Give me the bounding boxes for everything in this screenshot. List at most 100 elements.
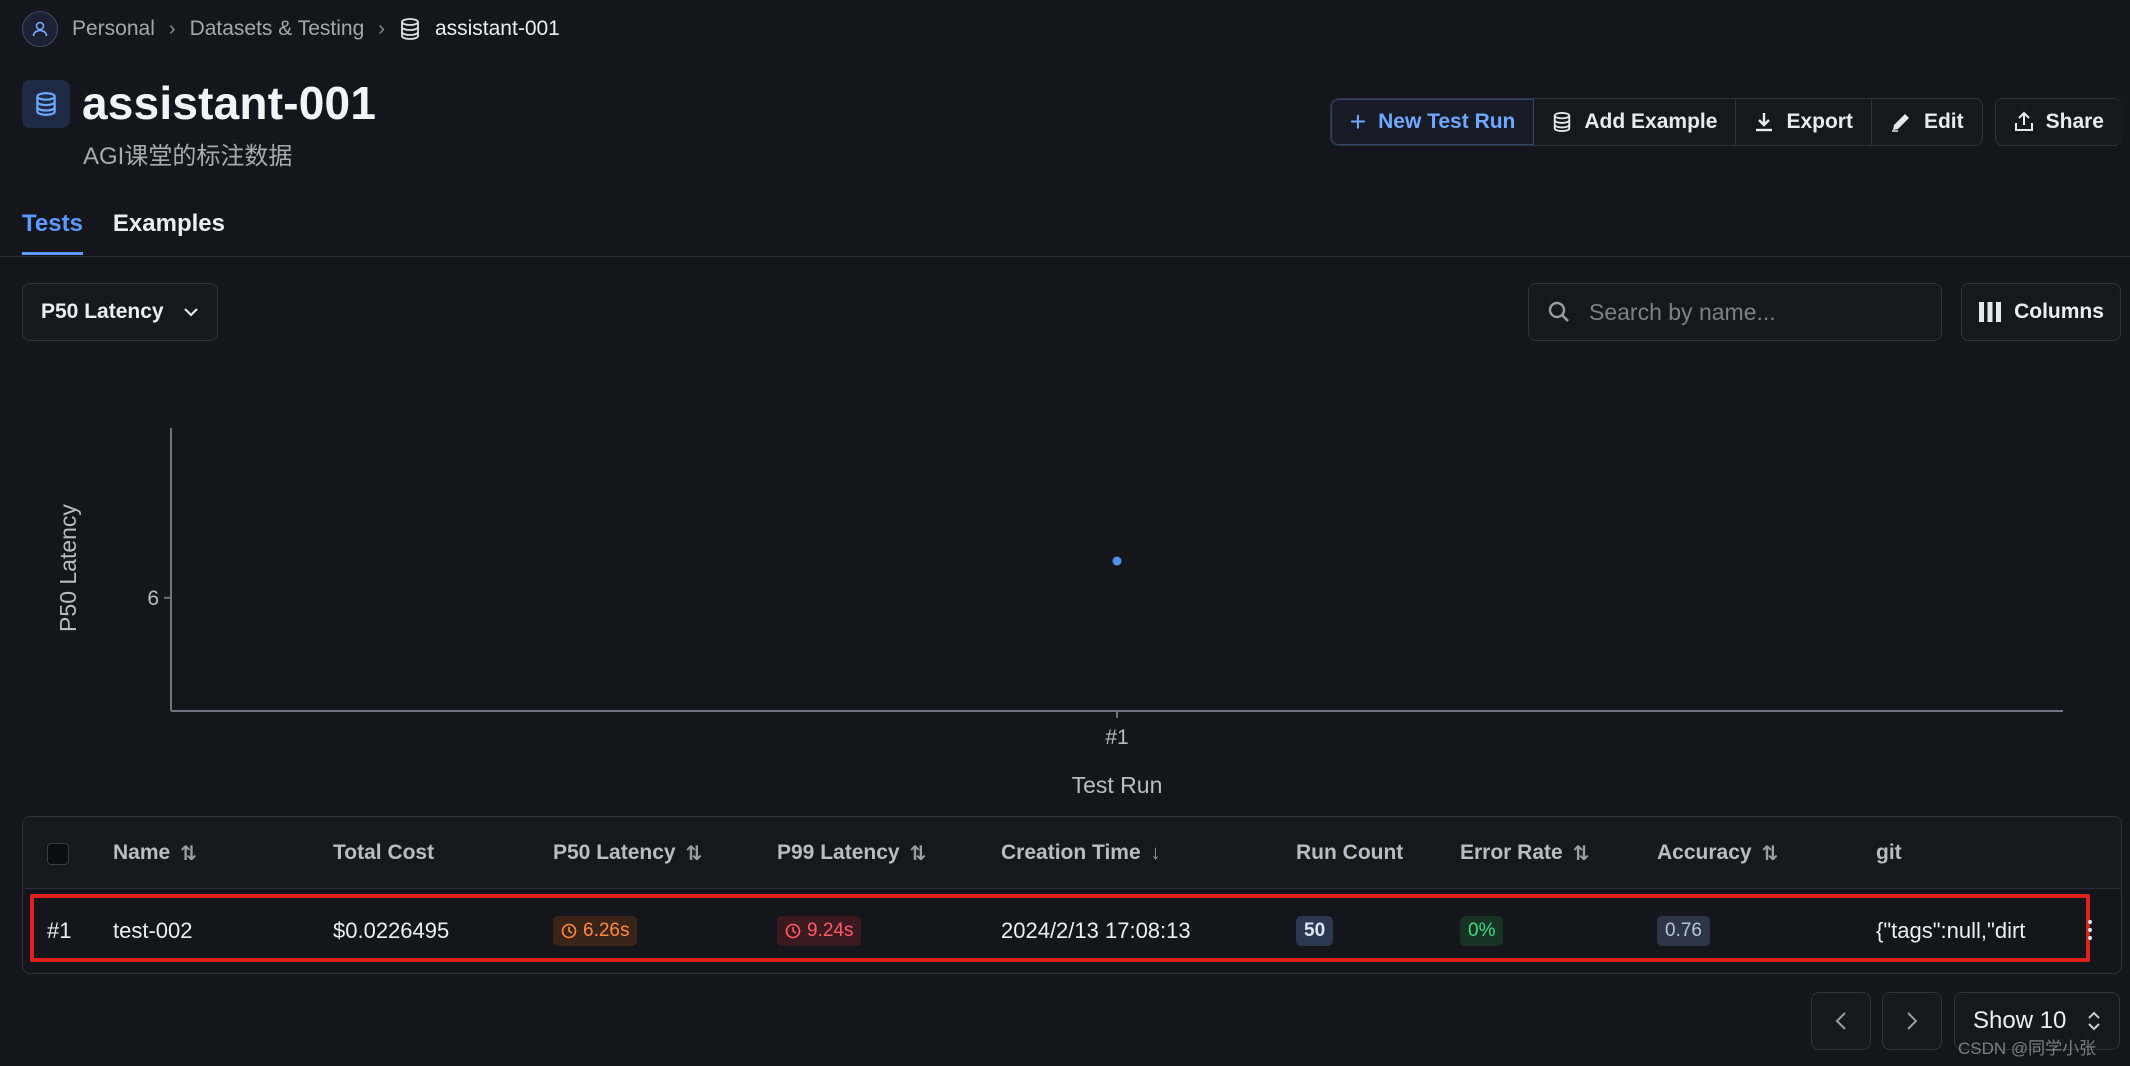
toolbar: + New Test Run Add Example Export Edit S… [1329,98,2122,146]
test-runs-table: Name ⇅ Total Cost P50 Latency ⇅ P99 Late… [22,816,2122,974]
database-icon [1552,111,1572,133]
chevron-left-icon [1835,1011,1847,1031]
sort-icon: ⇅ [685,842,703,865]
user-avatar-icon[interactable] [22,11,58,47]
chevron-right-icon: › [168,17,176,40]
tab-tests[interactable]: Tests [22,210,83,255]
header-error-rate-label: Error Rate [1460,841,1563,864]
p50-latency-badge: 6.26s [553,916,638,946]
header-p50-latency[interactable]: P50 Latency ⇅ [553,817,702,889]
watermark: CSDN @同学小张 [1958,1039,2097,1058]
header-accuracy-label: Accuracy [1657,841,1752,864]
clock-icon [785,923,801,939]
x-axis-label: Test Run [1072,772,1163,798]
y-axis-label: P50 Latency [55,504,81,632]
page-subtitle: AGI课堂的标注数据 [83,143,293,170]
action-button-group: + New Test Run Add Example Export Edit [1329,98,1983,146]
p50-latency-value: 6.26s [583,920,630,941]
tabs-divider [0,256,2130,257]
tab-examples[interactable]: Examples [113,210,225,255]
chevron-right-icon: › [378,17,385,40]
page-title: assistant-001 [82,77,377,129]
row-creation-time: 2024/2/13 17:08:13 [1001,918,1191,943]
database-icon [399,17,421,41]
accuracy-badge: 0.76 [1657,916,1710,946]
breadcrumb-datasets[interactable]: Datasets & Testing [190,17,365,41]
header-run-count[interactable]: Run Count [1296,817,1403,889]
download-icon [1754,111,1774,133]
sort-icon: ⇅ [909,842,927,865]
plus-icon: + [1349,106,1367,137]
share-label: Share [2045,110,2104,133]
header-git[interactable]: git [1876,817,1902,889]
row-p50-cell: 6.26s [553,889,638,973]
breadcrumb-current: assistant-001 [434,17,560,40]
p99-latency-value: 9.24s [807,920,854,941]
row-actions-menu-icon[interactable] [2080,908,2100,952]
table-header: Name ⇅ Total Cost P50 Latency ⇅ P99 Late… [23,817,2121,889]
arrow-down-icon: ↓ [1150,841,1161,864]
dataset-icon [22,80,70,128]
header-name[interactable]: Name ⇅ [113,817,197,889]
search-box [1528,283,1942,341]
updown-chevron-icon [2087,1010,2101,1032]
export-button[interactable]: Export [1736,99,1872,145]
run-count-badge: 50 [1296,916,1334,946]
edit-label: Edit [1923,110,1964,133]
search-input[interactable] [1589,298,1909,326]
search-icon [1547,300,1571,324]
header-created-label: Creation Time [1001,841,1141,864]
columns-label: Columns [2014,300,2104,323]
header-p99-label: P99 Latency [777,841,900,864]
header-p50-label: P50 Latency [553,841,676,864]
new-test-run-button[interactable]: + New Test Run [1330,99,1535,145]
metric-select[interactable]: P50 Latency [22,283,218,341]
data-point [1112,556,1122,566]
row-error-rate-cell: 0% [1460,889,1504,973]
header-p99-latency[interactable]: P99 Latency ⇅ [777,817,926,889]
header-run-count-label: Run Count [1296,841,1404,864]
table-row[interactable]: #1 test-002 $0.0226495 6.26s 9.24s 2024/… [23,889,2121,973]
sort-icon: ⇅ [180,842,197,865]
header-git-label: git [1876,841,1902,864]
share-icon [2014,111,2034,133]
select-all-checkbox[interactable] [47,843,69,865]
row-total-cost: $0.0226495 [333,918,450,943]
header-name-label: Name [113,841,171,864]
add-example-button[interactable]: Add Example [1534,99,1737,145]
row-name[interactable]: test-002 [113,889,193,973]
columns-icon [1978,301,2002,323]
row-p99-cell: 9.24s [777,889,862,973]
metric-select-value: P50 Latency [41,300,164,323]
row-accuracy-cell: 0.76 [1657,889,1710,973]
error-rate-badge: 0% [1460,916,1504,946]
p99-latency-badge: 9.24s [777,916,862,946]
y-tick-label: 6 [147,587,159,610]
prev-page-button[interactable] [1811,992,1871,1050]
edit-button[interactable]: Edit [1871,99,1982,145]
chart-marks: 6 #1 [147,556,1129,749]
new-test-run-label: New Test Run [1378,110,1516,133]
add-example-label: Add Example [1584,110,1718,133]
columns-button[interactable]: Columns [1961,283,2121,341]
chevron-down-icon [183,307,199,317]
next-page-button[interactable] [1882,992,1942,1050]
breadcrumb-personal[interactable]: Personal [72,17,155,41]
breadcrumb: Personal › Datasets & Testing › assistan… [22,10,560,48]
export-label: Export [1786,110,1853,133]
clock-icon [561,923,577,939]
chevron-right-icon [1906,1011,1918,1031]
x-tick-label: #1 [1105,726,1128,749]
header-total-cost-label: Total Cost [333,841,435,864]
page-size-value: Show 10 [1973,1007,2067,1034]
row-index: #1 [47,918,72,943]
pencil-icon [1890,111,1912,133]
share-button[interactable]: Share [1994,98,2122,146]
header-creation-time[interactable]: Creation Time ↓ [1001,817,1161,889]
sort-icon: ⇅ [1761,842,1779,865]
row-run-count-cell: 50 [1296,889,1334,973]
row-git: {"tags":null,"dirt [1876,918,2026,943]
header-accuracy[interactable]: Accuracy ⇅ [1657,817,1778,889]
header-error-rate[interactable]: Error Rate ⇅ [1460,817,1589,889]
header-total-cost[interactable]: Total Cost [333,817,434,889]
